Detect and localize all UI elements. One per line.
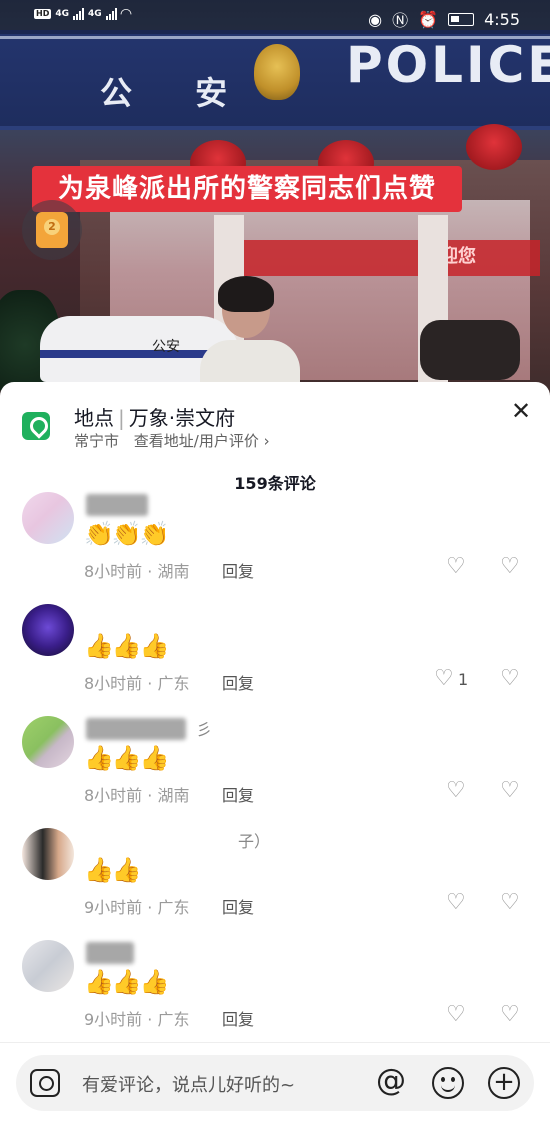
comment-meta: 9小时前 · 广东 [84,898,190,917]
video-caption: 为泉峰派出所的警察同志们点赞 [32,166,462,212]
led-screen [240,240,540,276]
comment-sheet: 地点 | 万象·崇文府 常宁市 查看地址/用户评价 › ✕ 159条评论 👏👏👏 8… [0,382,550,1122]
broken-heart-icon[interactable]: ♡ [500,666,520,691]
heart-outline-icon[interactable]: ♡ [446,1002,466,1027]
comment-input[interactable]: 有爱评论，说点儿好听的~ @ + [16,1055,534,1111]
like-count: 1 [458,670,469,689]
sign-text-en: POLICE [346,36,550,94]
avatar[interactable] [22,604,74,656]
camera-icon[interactable] [30,1069,60,1097]
comment-meta: 8小时前 · 广东 [84,674,190,693]
red-packet-button[interactable]: 2 [22,200,82,260]
broken-heart-icon[interactable]: ♡ [500,554,520,579]
username-blurred[interactable] [86,494,148,516]
red-packet-count: 2 [44,219,60,235]
username[interactable]: 子） [238,828,270,852]
alarm-icon: ⏰ [418,9,439,29]
comment-count: 159条评论 [234,474,316,493]
police-emblem-icon [254,44,300,100]
location-link[interactable]: 查看地址/用户评价 › [134,432,270,450]
close-icon[interactable]: ✕ [508,398,534,424]
avatar[interactable] [22,828,74,880]
heart-outline-icon[interactable]: ♡ [446,554,466,579]
username-blurred [86,718,186,740]
avatar[interactable] [22,940,74,992]
avatar[interactable] [22,492,74,544]
comment-text: 👏👏👏 [84,520,170,548]
comment-meta: 8小时前 · 湖南 [84,786,190,805]
clock: 4:55 [484,9,520,29]
heart-outline-icon[interactable]: ♡ [434,666,454,691]
car-label: 公安 [152,339,180,355]
username-blurred[interactable] [86,942,134,964]
smiley-icon[interactable] [432,1067,464,1099]
network-label: 4G [55,9,69,19]
location-card[interactable]: 地点 | 万象·崇文府 常宁市 查看地址/用户评价 › [22,400,532,460]
heart-outline-icon[interactable]: ♡ [446,778,466,803]
location-subtitle: 常宁市 查看地址/用户评价 › [74,430,270,451]
red-packet-icon: 2 [36,212,68,248]
status-bar: HD 4G 4G ◠ ◉ Ⓝ ⏰ 4:55 [0,0,550,34]
broken-heart-icon[interactable]: ♡ [500,890,520,915]
comment-text: 👍👍👍 [84,744,170,772]
eye-icon: ◉ [368,9,383,29]
comment-item: 彡 👍👍👍 8小时前 · 湖南 回复 ♡ ♡ [0,716,550,828]
comment-item: 👍👍👍 9小时前 · 广东 回复 ♡ ♡ [0,940,550,1052]
reply-button[interactable]: 回复 [222,558,254,582]
location-label: 地点 [74,406,114,430]
at-icon[interactable]: @ [376,1063,406,1098]
lantern-icon [466,124,522,170]
reply-button[interactable]: 回复 [222,1006,254,1030]
broken-heart-icon[interactable]: ♡ [500,1002,520,1027]
input-placeholder[interactable]: 有爱评论，说点儿好听的~ [82,1071,295,1097]
comment-input-bar: 有爱评论，说点儿好听的~ @ + [0,1042,550,1122]
username[interactable]: 彡 [196,716,212,740]
reply-button[interactable]: 回复 [222,670,254,694]
video-player[interactable]: 公 安 POLICE 迎您 公安 为泉峰派出所的警察同志们点赞 2 [0,0,550,400]
sign-text-cn: 公 安 [100,74,254,112]
comment-text: 👍👍👍 [84,632,170,660]
comment-text: 👍👍👍 [84,968,170,996]
reply-button[interactable]: 回复 [222,894,254,918]
location-name: 万象·崇文府 [128,406,236,430]
comment-meta: 8小时前 · 湖南 [84,562,190,581]
signal-icon [73,8,84,20]
comment-item: 子） 👍👍 9小时前 · 广东 回复 ♡ ♡ [0,828,550,940]
location-city: 常宁市 [74,432,120,450]
comment-item: 👍👍👍 8小时前 · 广东 回复 ♡ 1 ♡ [0,604,550,716]
network-label-2: 4G [88,9,102,19]
plus-icon[interactable]: + [488,1067,520,1099]
comment-item: 👏👏👏 8小时前 · 湖南 回复 ♡ ♡ [0,492,550,604]
reply-button[interactable]: 回复 [222,782,254,806]
avatar[interactable] [22,716,74,768]
battery-icon [448,12,475,26]
hd-icon: HD [34,9,52,19]
comment-meta: 9小时前 · 广东 [84,1010,190,1029]
motorbike [420,320,520,380]
comment-text: 👍👍 [84,856,142,884]
heart-outline-icon[interactable]: ♡ [446,890,466,915]
nfc-icon: Ⓝ [392,11,409,30]
broken-heart-icon[interactable]: ♡ [500,778,520,803]
signal-icon [105,8,117,20]
wifi-icon: ◠ [120,6,132,22]
location-pin-icon [22,412,50,440]
location-title: 地点 | 万象·崇文府 [74,406,236,430]
